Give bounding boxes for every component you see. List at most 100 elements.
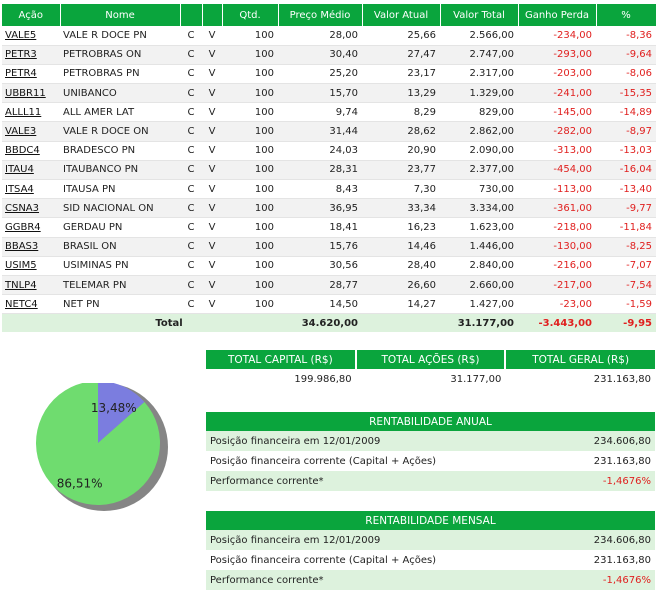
ticker-link-text[interactable]: NETC4 [5, 299, 38, 310]
ticker-link-text[interactable]: CSNA3 [5, 203, 39, 214]
ticker-link[interactable]: PETR4 [2, 64, 60, 85]
ticker-link[interactable]: CSNA3 [2, 198, 60, 219]
buy-link[interactable]: C [180, 160, 202, 181]
current-price: 23,77 [362, 160, 440, 181]
sell-link[interactable]: V [202, 237, 222, 257]
percent-change: -1,59 [596, 294, 656, 315]
sell-link[interactable]: V [202, 45, 222, 65]
percent-change: -7,54 [596, 275, 656, 296]
quantity: 100 [222, 160, 278, 181]
ticker-link-text[interactable]: BBAS3 [5, 241, 38, 252]
total-value: 1.623,00 [440, 217, 518, 238]
stocks-header-row: Ação Nome Qtd. Preço Médio Valor Atual V… [2, 4, 657, 26]
average-price: 28,77 [278, 275, 362, 296]
table-row: PETR4 PETROBRAS PN C V 100 25,20 23,17 2.317,00… [2, 64, 656, 85]
total-value: 2.840,00 [440, 256, 518, 276]
average-price: 8,43 [278, 179, 362, 200]
quantity: 100 [222, 26, 278, 46]
stock-name: BRADESCO PN [60, 141, 180, 161]
total-value: 3.334,00 [440, 198, 518, 219]
total-spacer [362, 313, 440, 332]
sell-link[interactable]: V [202, 26, 222, 46]
sell-link[interactable]: V [202, 160, 222, 181]
ticker-link[interactable]: UBBR11 [2, 83, 60, 104]
buy-link[interactable]: C [180, 45, 202, 65]
quantity: 100 [222, 45, 278, 65]
table-row: VALE5 VALE R DOCE PN C V 100 28,00 25,66 2.566,… [2, 26, 656, 46]
ticker-link[interactable]: NETC4 [2, 294, 60, 315]
monthly-label: Posição financeira em 12/01/2009 [206, 530, 546, 550]
quantity: 100 [222, 275, 278, 296]
buy-link[interactable]: C [180, 217, 202, 238]
sell-link[interactable]: V [202, 198, 222, 219]
buy-link[interactable]: C [180, 121, 202, 142]
current-price: 14,27 [362, 294, 440, 315]
buy-link[interactable]: C [180, 26, 202, 46]
ticker-link[interactable]: BBDC4 [2, 141, 60, 161]
buy-link[interactable]: C [180, 275, 202, 296]
ticker-link-text[interactable]: ITSA4 [5, 184, 34, 195]
quantity: 100 [222, 121, 278, 142]
buy-link[interactable]: C [180, 141, 202, 161]
annual-return-table: RENTABILIDADE ANUAL Posição financeira e… [206, 412, 655, 491]
total-value: 2.090,00 [440, 141, 518, 161]
ticker-link-text[interactable]: PETR3 [5, 49, 37, 60]
ticker-link-text[interactable]: UBBR11 [5, 88, 46, 99]
current-price: 25,66 [362, 26, 440, 46]
sell-link[interactable]: V [202, 141, 222, 161]
ticker-link-text[interactable]: ITAU4 [5, 164, 34, 175]
stock-name: BRASIL ON [60, 237, 180, 257]
ticker-link-text[interactable]: VALE5 [5, 30, 36, 41]
ticker-link[interactable]: BBAS3 [2, 237, 60, 257]
total-value: 2.566,00 [440, 26, 518, 46]
quantity: 100 [222, 256, 278, 276]
ticker-link-text[interactable]: GGBR4 [5, 222, 41, 233]
sell-link[interactable]: V [202, 275, 222, 296]
buy-link[interactable]: C [180, 256, 202, 276]
total-value: 1.446,00 [440, 237, 518, 257]
gain-loss: -23,00 [518, 294, 596, 315]
ticker-link[interactable]: USIM5 [2, 256, 60, 276]
buy-link[interactable]: C [180, 294, 202, 315]
total-value: 2.747,00 [440, 45, 518, 65]
buy-link[interactable]: C [180, 83, 202, 104]
table-row: USIM5 USIMINAS PN C V 100 30,56 28,40 2.840,00-… [2, 256, 656, 276]
ticker-link-text[interactable]: BBDC4 [5, 145, 40, 156]
buy-link[interactable]: C [180, 179, 202, 200]
ticker-link[interactable]: GGBR4 [2, 217, 60, 238]
buy-link[interactable]: C [180, 102, 202, 123]
ticker-link-text[interactable]: USIM5 [5, 260, 37, 271]
current-price: 16,23 [362, 217, 440, 238]
sell-link[interactable]: V [202, 256, 222, 276]
sell-link[interactable]: V [202, 294, 222, 315]
col-header-qtd: Qtd. [222, 4, 279, 26]
sell-link[interactable]: V [202, 83, 222, 104]
ticker-link-text[interactable]: PETR4 [5, 68, 37, 79]
buy-link[interactable]: C [180, 237, 202, 257]
ticker-link[interactable]: PETR3 [2, 45, 60, 65]
buy-link[interactable]: C [180, 198, 202, 219]
average-price: 15,70 [278, 83, 362, 104]
sell-link[interactable]: V [202, 121, 222, 142]
ticker-link[interactable]: ITAU4 [2, 160, 60, 181]
pie-slice-label: 86,51% [57, 477, 103, 491]
stock-name: VALE R DOCE ON [60, 121, 180, 142]
ticker-link[interactable]: VALE5 [2, 26, 60, 46]
ticker-link[interactable]: VALE3 [2, 121, 60, 142]
ticker-link-text[interactable]: VALE3 [5, 126, 36, 137]
ticker-link[interactable]: ALLL11 [2, 102, 60, 123]
ticker-link[interactable]: TNLP4 [2, 275, 60, 296]
total-value: 2.862,00 [440, 121, 518, 142]
sell-link[interactable]: V [202, 179, 222, 200]
buy-link[interactable]: C [180, 64, 202, 85]
total-spacer [2, 313, 60, 332]
allocation-pie-chart: 13,48% 86,51% [36, 383, 168, 511]
sell-link[interactable]: V [202, 102, 222, 123]
sell-link[interactable]: V [202, 64, 222, 85]
sell-link[interactable]: V [202, 217, 222, 238]
ticker-link-text[interactable]: TNLP4 [5, 280, 37, 291]
monthly-return-title: RENTABILIDADE MENSAL [206, 511, 655, 530]
ticker-link-text[interactable]: ALLL11 [5, 107, 41, 118]
total-value: 2.317,00 [440, 64, 518, 85]
ticker-link[interactable]: ITSA4 [2, 179, 60, 200]
